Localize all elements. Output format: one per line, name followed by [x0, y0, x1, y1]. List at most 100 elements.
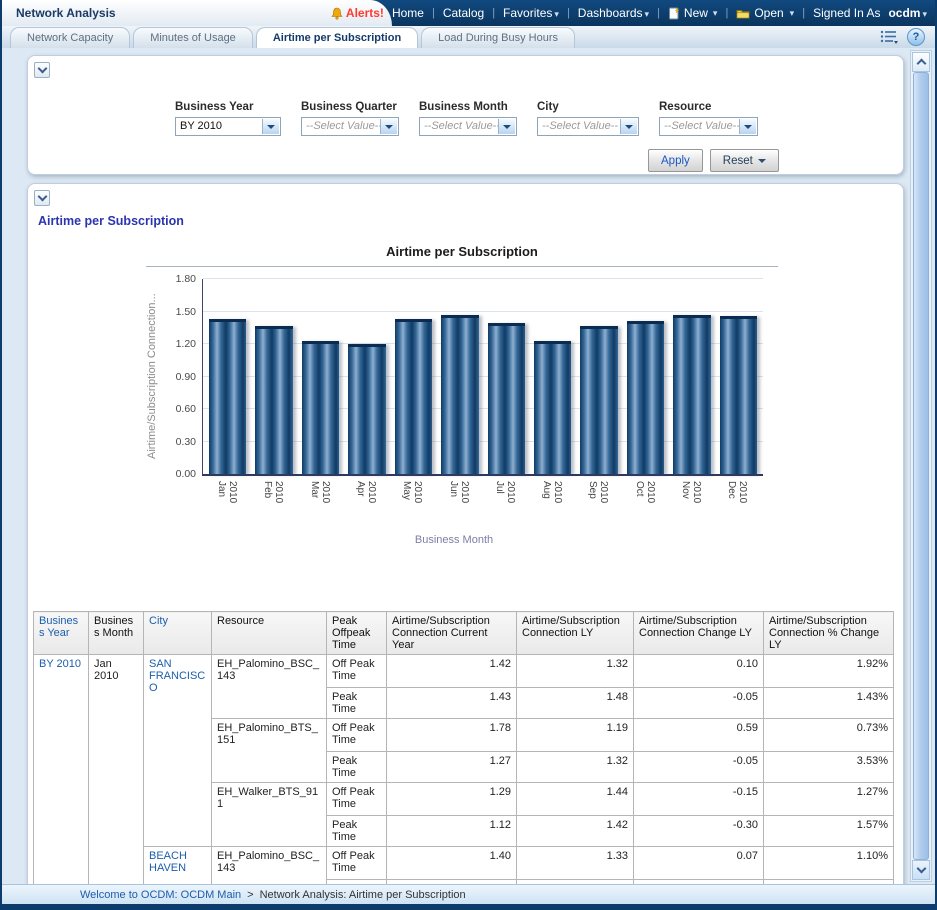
table-cell: -0.15: [634, 783, 764, 816]
application-window: Network Analysis Alerts! Home | Catalog …: [0, 0, 937, 910]
tab-load-during-busy-hours[interactable]: Load During Busy Hours: [421, 27, 575, 48]
business-month-dropdown[interactable]: --Select Value--: [419, 117, 517, 136]
nav-catalog[interactable]: Catalog: [443, 6, 484, 20]
table-cell: 1.43%: [764, 688, 894, 719]
x-axis-tick-label: 2010 Aug: [533, 476, 570, 528]
bar-nov-2010[interactable]: [673, 315, 710, 474]
table-cell: 1.42: [517, 816, 634, 847]
table-cell: 1.27%: [764, 783, 894, 816]
nav-separator: |: [492, 7, 495, 19]
dropdown-arrow-icon[interactable]: [739, 119, 756, 134]
prompts-panel: Business Year BY 2010 Business Quarter -…: [27, 55, 904, 175]
bar-jun-2010[interactable]: [441, 315, 478, 474]
collapse-panel-button[interactable]: [34, 190, 50, 206]
table-cell: 3.53%: [764, 752, 894, 783]
scroll-down-arrow-icon[interactable]: [912, 860, 930, 880]
table-cell: EH_Palomino_BSC_143: [212, 847, 327, 885]
chevron-down-icon: ▾: [922, 9, 927, 19]
page-toolbar: ?: [879, 28, 925, 46]
nav-separator: |: [432, 7, 435, 19]
dropdown-arrow-icon[interactable]: [620, 119, 637, 134]
breadcrumb-home-link[interactable]: Welcome to OCDM: OCDM Main: [80, 889, 241, 901]
column-header: Business Month: [89, 612, 144, 655]
table-cell[interactable]: BEACH HAVEN: [144, 847, 212, 885]
bar-jul-2010[interactable]: [488, 323, 525, 474]
table-cell: EH_Palomino_BTS_151: [212, 719, 327, 783]
table-cell: Peak Time: [327, 688, 387, 719]
tab-airtime-per-subscription[interactable]: Airtime per Subscription: [256, 27, 418, 48]
scrollbar-thumb[interactable]: [913, 72, 929, 860]
bar-may-2010[interactable]: [395, 319, 432, 474]
page-tabs: Network Capacity Minutes of Usage Airtim…: [10, 27, 575, 48]
nav-home[interactable]: Home: [392, 6, 424, 20]
breadcrumb-bar: Welcome to OCDM: OCDM Main > Network Ana…: [2, 884, 935, 904]
column-header: Resource: [212, 612, 327, 655]
table-cell: -0.30: [634, 816, 764, 847]
filter-label: Business Quarter: [301, 101, 399, 113]
bar-jan-2010[interactable]: [209, 319, 246, 474]
tab-network-capacity[interactable]: Network Capacity: [10, 27, 130, 48]
apply-button[interactable]: Apply: [648, 149, 703, 172]
nav-open[interactable]: Open▾: [736, 6, 794, 20]
resource-dropdown[interactable]: --Select Value--: [659, 117, 758, 136]
table-cell: 1.42: [387, 655, 517, 688]
x-axis-tick-label: 2010 May: [394, 476, 431, 528]
user-menu[interactable]: ocdm▾: [888, 6, 927, 20]
x-axis-tick-label: 2010 Jul: [487, 476, 524, 528]
tab-minutes-of-usage[interactable]: Minutes of Usage: [133, 27, 253, 48]
dropdown-arrow-icon[interactable]: [498, 119, 515, 134]
alerts-link[interactable]: Alerts!: [331, 6, 384, 20]
column-header: Airtime/Subscription Connection Change L…: [634, 612, 764, 655]
y-axis-tick-label: 0.00: [176, 468, 196, 480]
y-axis-tick-label: 0.90: [176, 371, 196, 383]
y-axis-title: Airtime/Subscription Connection...: [146, 279, 162, 474]
column-header[interactable]: City: [144, 612, 212, 655]
business-quarter-dropdown[interactable]: --Select Value--: [301, 117, 399, 136]
chart-title: Airtime per Subscription: [146, 244, 778, 267]
business-year-dropdown[interactable]: BY 2010: [175, 117, 281, 136]
nav-separator: |: [657, 7, 660, 19]
x-axis-tick-label: 2010 Apr: [347, 476, 384, 528]
table-cell: 1.32: [517, 752, 634, 783]
collapse-panel-button[interactable]: [34, 62, 50, 78]
filter-label: Business Year: [175, 101, 281, 113]
city-dropdown[interactable]: --Select Value--: [537, 117, 639, 136]
chart-bars: [203, 279, 763, 474]
bar-apr-2010[interactable]: [348, 344, 385, 474]
page-options-icon[interactable]: [879, 29, 899, 45]
filter-label: Business Month: [419, 101, 517, 113]
table-cell: EH_Palomino_BSC_143: [212, 655, 327, 719]
reset-button[interactable]: Reset: [710, 149, 779, 172]
column-header: Peak Offpeak Time: [327, 612, 387, 655]
table-cell: 1.19: [517, 719, 634, 752]
table-cell: 1.40: [387, 847, 517, 880]
nav-dashboards[interactable]: Dashboards▾: [578, 6, 649, 20]
table-cell[interactable]: SAN FRANCISCO: [144, 655, 212, 847]
chevron-down-icon: [37, 192, 47, 202]
chevron-down-icon: ▾: [554, 9, 559, 19]
table-cell: 0.10: [634, 655, 764, 688]
bar-mar-2010[interactable]: [302, 341, 339, 474]
bar-oct-2010[interactable]: [627, 321, 664, 474]
table-cell: 1.29: [387, 783, 517, 816]
nav-favorites[interactable]: Favorites▾: [503, 6, 559, 20]
table-cell: -0.05: [634, 688, 764, 719]
breadcrumb-current: Network Analysis: Airtime per Subscripti…: [260, 889, 466, 901]
table-cell: EH_Walker_BTS_911: [212, 783, 327, 847]
y-axis-tick-label: 0.30: [176, 436, 196, 448]
column-header[interactable]: Business Year: [34, 612, 89, 655]
dropdown-arrow-icon[interactable]: [262, 119, 279, 134]
x-axis-tick-label: 2010 Oct: [626, 476, 663, 528]
help-icon[interactable]: ?: [907, 28, 925, 46]
top-banner: Network Analysis Alerts! Home | Catalog …: [2, 0, 935, 26]
table-cell[interactable]: BY 2010: [34, 655, 89, 885]
scroll-up-arrow-icon[interactable]: [912, 52, 930, 72]
bar-aug-2010[interactable]: [534, 341, 571, 474]
bar-dec-2010[interactable]: [720, 316, 757, 474]
dropdown-arrow-icon[interactable]: [380, 119, 397, 134]
bar-sep-2010[interactable]: [580, 326, 617, 474]
vertical-scrollbar[interactable]: [910, 50, 932, 882]
table-cell: 1.32: [517, 655, 634, 688]
bar-feb-2010[interactable]: [255, 326, 292, 474]
nav-new[interactable]: New▾: [668, 6, 718, 20]
